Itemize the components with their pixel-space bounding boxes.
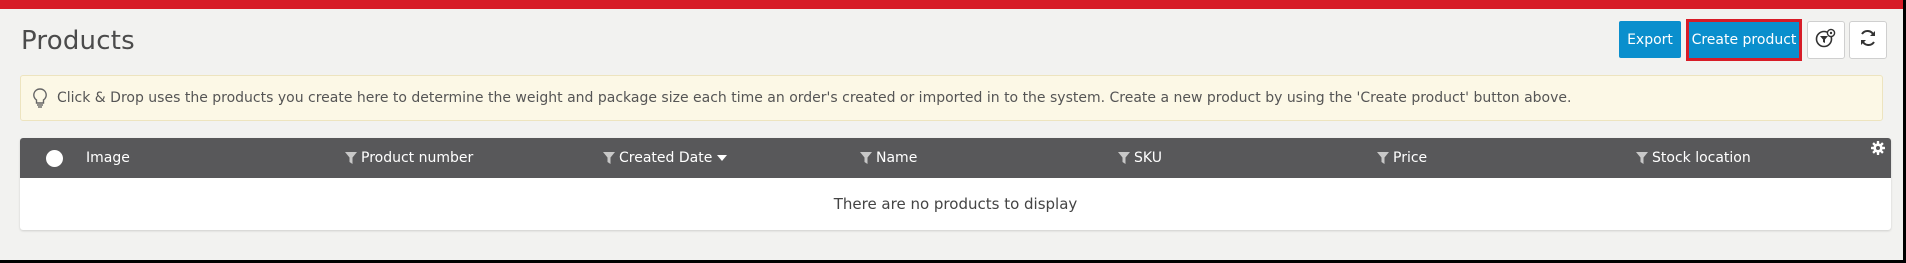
column-label: Stock location	[1652, 150, 1751, 166]
top-accent-bar	[0, 0, 1903, 9]
column-settings-button[interactable]	[1869, 140, 1887, 158]
refresh-button[interactable]	[1849, 21, 1887, 59]
column-label: Price	[1393, 150, 1428, 166]
window-frame: Products Export Create product Click & D…	[0, 0, 1906, 263]
column-label: Name	[876, 150, 918, 166]
column-header-sku[interactable]: SKU	[1118, 138, 1162, 178]
sort-descending-icon	[717, 155, 728, 161]
column-label: Image	[86, 150, 130, 166]
products-table: Image Product number Created Date Name S…	[20, 138, 1891, 230]
products-page: Products Export Create product Click & D…	[0, 0, 1903, 260]
lightbulb-icon	[31, 86, 49, 110]
empty-table-message: There are no products to display	[833, 195, 1078, 213]
filter-icon[interactable]	[1377, 152, 1389, 164]
gear-icon	[1871, 140, 1885, 159]
column-header-stock-location[interactable]: Stock location	[1636, 138, 1751, 178]
column-label: Product number	[361, 150, 474, 166]
refresh-icon	[1858, 28, 1878, 52]
filter-icon[interactable]	[603, 152, 615, 164]
filter-icon[interactable]	[345, 152, 357, 164]
export-button[interactable]: Export	[1619, 21, 1681, 58]
column-header-created-date[interactable]: Created Date	[603, 138, 728, 178]
page-title: Products	[21, 26, 135, 56]
filter-icon[interactable]	[1118, 152, 1130, 164]
filter-icon[interactable]	[860, 152, 872, 164]
filter-settings-button[interactable]	[1807, 21, 1845, 59]
info-text: Click & Drop uses the products you creat…	[57, 90, 1572, 106]
column-label: Created Date	[619, 150, 713, 166]
create-product-button[interactable]: Create product	[1686, 19, 1802, 61]
column-header-name[interactable]: Name	[860, 138, 917, 178]
column-label: SKU	[1134, 150, 1162, 166]
filter-icon[interactable]	[1636, 152, 1648, 164]
info-message: Click & Drop uses the products you creat…	[20, 75, 1883, 121]
column-header-image[interactable]: Image	[86, 138, 130, 178]
table-header: Image Product number Created Date Name S…	[20, 138, 1891, 178]
column-header-price[interactable]: Price	[1377, 138, 1427, 178]
filter-settings-icon	[1815, 28, 1837, 52]
column-header-product-number[interactable]: Product number	[345, 138, 473, 178]
select-all-checkbox[interactable]	[46, 150, 63, 167]
